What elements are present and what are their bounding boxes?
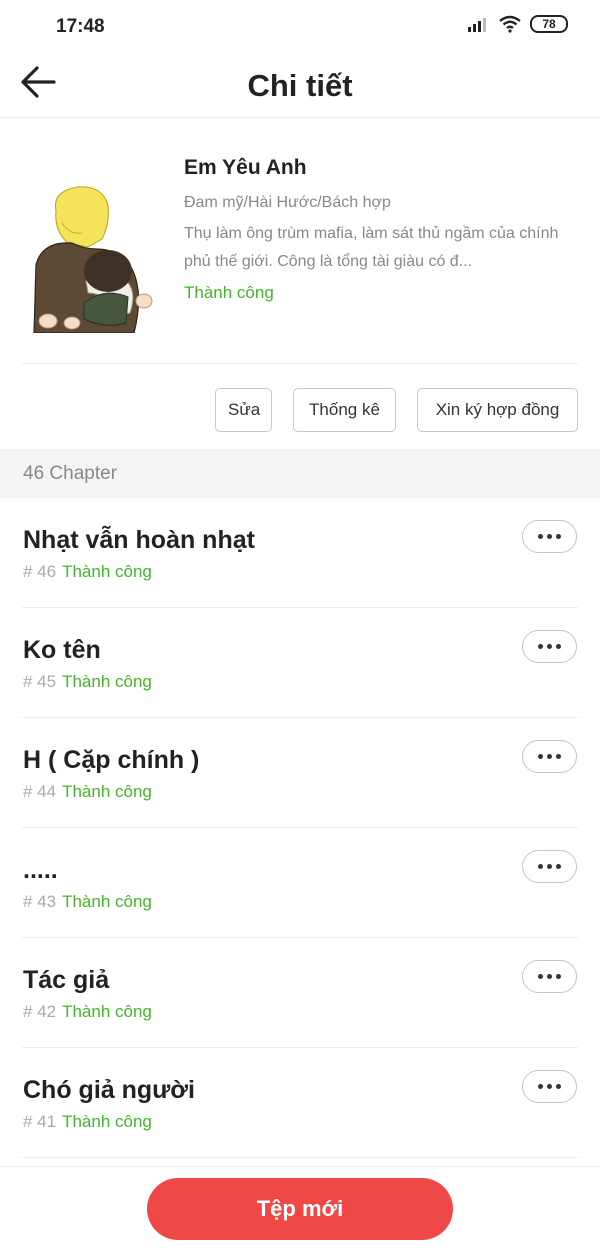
page-title: Chi tiết <box>247 68 353 103</box>
chapter-number: # 46 <box>23 562 57 581</box>
chapter-meta: # 43 Thành công <box>23 892 152 912</box>
status-time: 17:48 <box>56 16 105 37</box>
more-options-button[interactable] <box>522 520 577 553</box>
divider <box>22 363 578 364</box>
status-icons: 78 <box>468 15 568 33</box>
book-cover-image[interactable] <box>22 183 162 334</box>
chapter-title: Nhạt vẫn hoàn nhạt <box>23 526 255 554</box>
chapter-item[interactable]: Chó giả người # 41 Thành công <box>0 1048 600 1158</box>
chapter-title: ..... <box>23 856 58 884</box>
more-dots-icon <box>538 1084 561 1089</box>
chapter-count: 46 Chapter <box>23 463 118 484</box>
wifi-icon <box>499 15 521 33</box>
chapter-title: H ( Cặp chính ) <box>23 746 200 774</box>
chapter-status: Thành công <box>62 1112 152 1131</box>
status-bar: 17:48 78 <box>0 0 600 52</box>
book-info: Em Yêu Anh Đam mỹ/Hài Hước/Bách hợp Thụ … <box>184 153 576 304</box>
chapter-item[interactable]: Nhạt vẫn hoàn nhạt # 46 Thành công <box>0 498 600 608</box>
more-dots-icon <box>538 974 561 979</box>
chapter-title: Ko tên <box>23 636 101 664</box>
new-file-button[interactable]: Tệp mới <box>147 1178 453 1240</box>
chapter-meta: # 42 Thành công <box>23 1002 152 1022</box>
more-options-button[interactable] <box>522 630 577 663</box>
chapter-section-header: 46 Chapter <box>0 449 600 498</box>
chapter-item[interactable]: H ( Cặp chính ) # 44 Thành công <box>0 718 600 828</box>
chapter-item[interactable]: Tác giả # 42 Thành công <box>0 938 600 1048</box>
more-dots-icon <box>538 644 561 649</box>
more-dots-icon <box>538 534 561 539</box>
more-options-button[interactable] <box>522 960 577 993</box>
signal-icon <box>468 18 486 32</box>
chapter-title: Chó giả người <box>23 1076 195 1104</box>
chapter-number: # 43 <box>23 892 57 911</box>
chapter-title: Tác giả <box>23 966 110 994</box>
book-status: Thành công <box>184 283 274 302</box>
chapter-number: # 45 <box>23 672 57 691</box>
chapter-item[interactable]: ..... # 43 Thành công <box>0 828 600 938</box>
action-row: Sửa Thống kê Xin ký hợp đồng <box>215 388 578 432</box>
edit-button[interactable]: Sửa <box>215 388 272 432</box>
book-description: Thụ làm ông trùm mafia, làm sát thủ ngầm… <box>184 225 559 270</box>
chapter-meta: # 41 Thành công <box>23 1112 152 1132</box>
battery-icon: 78 <box>530 15 568 33</box>
book-card: Em Yêu Anh Đam mỹ/Hài Hước/Bách hợp Thụ … <box>0 119 600 363</box>
chapter-meta: # 45 Thành công <box>23 672 152 692</box>
chapter-item[interactable]: Ko tên # 45 Thành công <box>0 608 600 718</box>
chapter-status: Thành công <box>62 672 152 691</box>
chapter-list: Nhạt vẫn hoàn nhạt # 46 Thành công Ko tên… <box>0 498 600 1158</box>
chapter-meta: # 44 Thành công <box>23 782 152 802</box>
chapter-meta: # 46 Thành công <box>23 562 152 582</box>
chapter-number: # 42 <box>23 1002 57 1021</box>
more-options-button[interactable] <box>522 1070 577 1103</box>
chapter-status: Thành công <box>62 562 152 581</box>
chapter-status: Thành công <box>62 892 152 911</box>
more-options-button[interactable] <box>522 740 577 773</box>
chapter-number: # 44 <box>23 782 57 801</box>
book-title: Em Yêu Anh <box>184 156 307 179</box>
more-dots-icon <box>538 864 561 869</box>
book-genre: Đam mỹ/Hài Hước/Bách hợp <box>184 194 391 211</box>
more-dots-icon <box>538 754 561 759</box>
stats-button[interactable]: Thống kê <box>293 388 396 432</box>
chapter-number: # 41 <box>23 1112 57 1131</box>
request-contract-button[interactable]: Xin ký hợp đồng <box>417 388 578 432</box>
footer-bar: Tệp mới <box>0 1166 600 1248</box>
chapter-status: Thành công <box>62 1002 152 1021</box>
more-options-button[interactable] <box>522 850 577 883</box>
chapter-status: Thành công <box>62 782 152 801</box>
app-header: Chi tiết <box>0 52 600 118</box>
